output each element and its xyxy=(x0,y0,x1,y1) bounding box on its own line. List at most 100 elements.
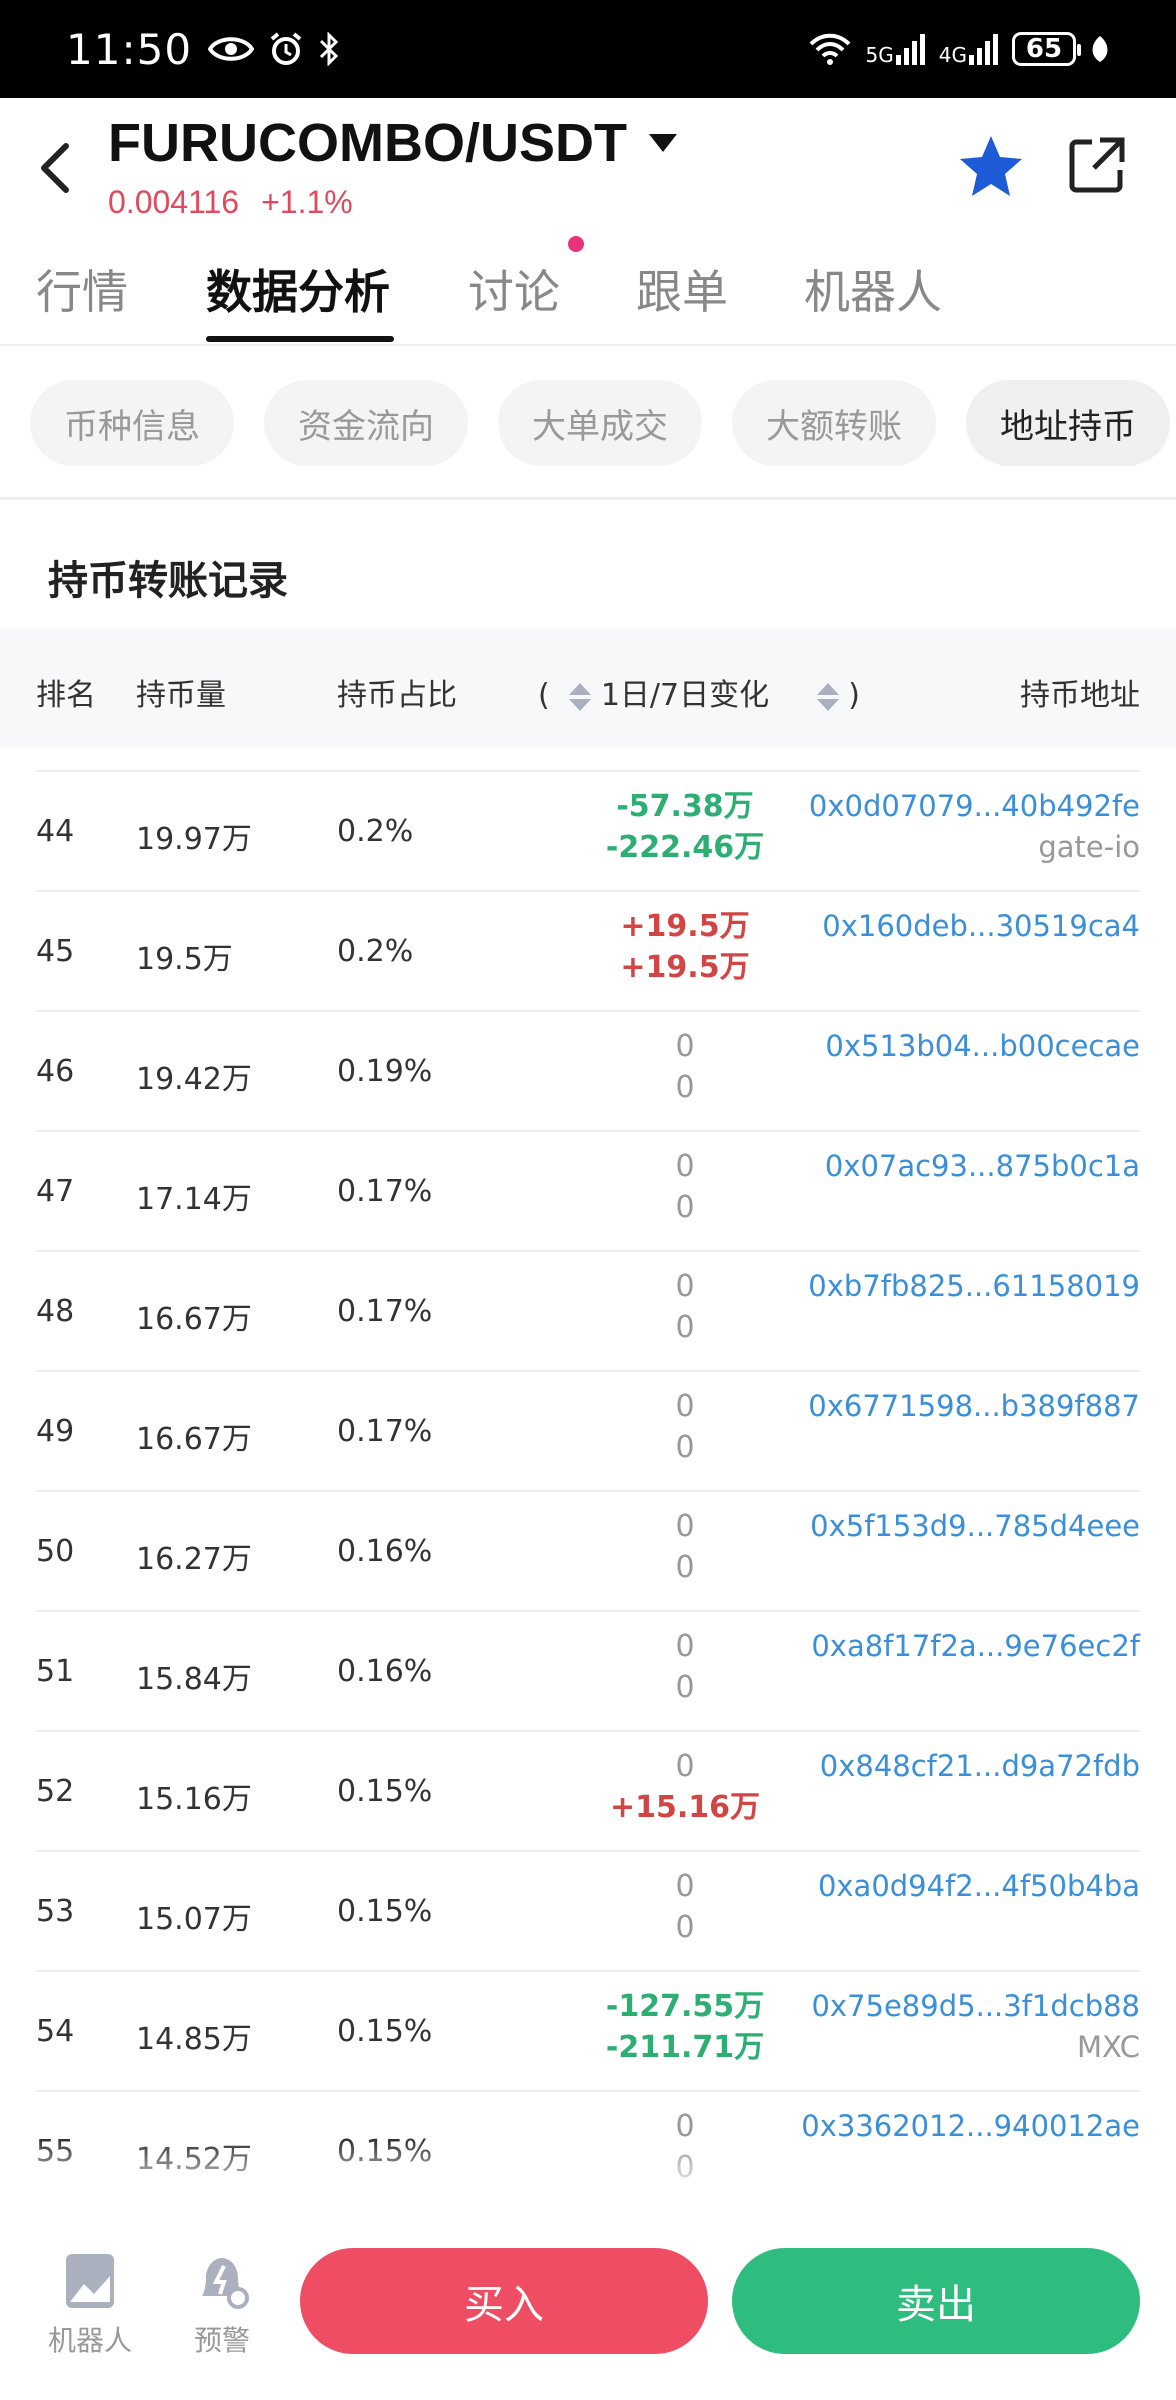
holder-address-link[interactable]: 0xb7fb825...61158019 xyxy=(808,1266,1140,1307)
tab-market[interactable]: 行情 xyxy=(36,256,128,322)
favorite-star-icon[interactable] xyxy=(956,132,1026,202)
table-row[interactable]: 48 16.67万 0.17% 0 0 0xb7fb825...61158019 xyxy=(0,1250,1176,1370)
change-1d: 0 xyxy=(675,1389,695,1424)
table-row[interactable]: 47 17.14万 0.17% 0 0 0x07ac93...875b0c1a xyxy=(0,1130,1176,1250)
price-row: 0.004116 +1.1% xyxy=(108,184,353,221)
col-percent: 持币占比 xyxy=(337,678,457,713)
pair-name: FURUCOMBO/USDT xyxy=(108,113,627,173)
rank-cell: 51 xyxy=(36,1654,75,1689)
change-cell: 00 xyxy=(560,1026,810,1108)
wifi-icon xyxy=(809,33,850,65)
table-row[interactable]: 46 19.42万 0.19% 0 0 0x513b04...b00cecae xyxy=(0,1010,1176,1130)
holder-address-link[interactable]: 0xa0d94f2...4f50b4ba xyxy=(818,1866,1140,1907)
change-7d: +15.16万 xyxy=(609,1790,761,1825)
row-divider xyxy=(36,1850,1140,1852)
percent-cell: 0.2% xyxy=(337,934,414,969)
amount-cell: 15.16万 xyxy=(136,1782,252,1817)
amount-cell: 17.14万 xyxy=(136,1182,252,1217)
active-tab-indicator xyxy=(206,336,394,342)
row-divider xyxy=(36,890,1140,892)
address-cell: 0x6771598...b389f887 xyxy=(808,1386,1140,1427)
tab-robot[interactable]: 机器人 xyxy=(804,256,942,322)
holder-address-link[interactable]: 0x5f153d9...785d4eee xyxy=(810,1506,1140,1547)
change-1d: -57.38万 xyxy=(616,789,754,824)
change-1d: 0 xyxy=(675,1749,695,1784)
chip-fund-flow[interactable]: 资金流向 xyxy=(264,380,468,466)
change-7d: -222.46万 xyxy=(605,830,765,865)
exchange-tag: gate-io xyxy=(1038,830,1140,864)
table-row[interactable]: 52 15.16万 0.15% 0 +15.16万 0x848cf21...d9a72fd… xyxy=(0,1730,1176,1850)
change-cell: 00 xyxy=(560,1866,810,1948)
change-1d: 0 xyxy=(675,1149,695,1184)
amount-cell: 19.5万 xyxy=(136,942,233,977)
bottom-bar: 机器人 预警 买入 卖出 xyxy=(0,2200,1176,2400)
chip-coin-info[interactable]: 币种信息 xyxy=(30,380,234,466)
back-arrow-icon[interactable] xyxy=(30,138,80,198)
row-divider xyxy=(36,1610,1140,1612)
section-title: 持币转账记录 xyxy=(48,558,288,604)
change-1d: -127.55万 xyxy=(605,1989,765,2024)
tab-copy-trade[interactable]: 跟单 xyxy=(636,256,728,322)
col-rank: 排名 xyxy=(36,678,96,713)
holder-address-link[interactable]: 0x6771598...b389f887 xyxy=(808,1386,1140,1427)
table-row[interactable]: 44 19.97万 0.2% -57.38万 -222.46万 0x0d07079...4… xyxy=(0,770,1176,890)
buy-button[interactable]: 买入 xyxy=(300,2248,708,2354)
percent-cell: 0.15% xyxy=(337,2014,433,2049)
address-cell: 0x5f153d9...785d4eee xyxy=(810,1506,1140,1547)
main-tabs: 行情 数据分析 讨论 跟单 机器人 xyxy=(0,238,1176,346)
change-cell: 0 +15.16万 xyxy=(560,1746,810,1828)
alert-entry[interactable]: 预警 xyxy=(172,2252,272,2359)
amount-cell: 16.67万 xyxy=(136,1302,252,1337)
caret-down-icon xyxy=(648,134,677,152)
bluetooth-icon xyxy=(319,32,339,66)
notification-dot xyxy=(568,236,584,252)
amount-cell: 19.97万 xyxy=(136,822,252,857)
change-cell: 00 xyxy=(560,1626,810,1708)
share-icon[interactable] xyxy=(1066,134,1128,196)
table-row[interactable]: 51 15.84万 0.16% 0 0 0xa8f17f2a...9e76ec2f xyxy=(0,1610,1176,1730)
col-amount: 持币量 xyxy=(136,678,226,713)
chip-large-trades[interactable]: 大单成交 xyxy=(498,380,702,466)
change-cell: -127.55万 -211.71万 xyxy=(560,1986,810,2068)
holder-address-link[interactable]: 0x513b04...b00cecae xyxy=(825,1026,1140,1067)
holder-address-link[interactable]: 0x07ac93...875b0c1a xyxy=(825,1146,1140,1187)
tab-discussion[interactable]: 讨论 xyxy=(468,256,560,322)
col-address: 持币地址 xyxy=(1020,678,1140,713)
table-row[interactable]: 53 15.07万 0.15% 0 0 0xa0d94f2...4f50b4ba xyxy=(0,1850,1176,1970)
percent-cell: 0.16% xyxy=(337,1654,433,1689)
row-divider xyxy=(36,1970,1140,1972)
table-row[interactable]: 50 16.27万 0.16% 0 0 0x5f153d9...785d4eee xyxy=(0,1490,1176,1610)
robot-entry[interactable]: 机器人 xyxy=(40,2252,140,2359)
table-row[interactable]: 45 19.5万 0.2% +19.5万 +19.5万 0x160deb...30519c… xyxy=(0,890,1176,1010)
holder-address-link[interactable]: 0xa8f17f2a...9e76ec2f xyxy=(811,1626,1140,1667)
change-cell: -57.38万 -222.46万 xyxy=(560,786,810,868)
percent-cell: 0.17% xyxy=(337,1294,433,1329)
row-divider xyxy=(36,1490,1140,1492)
chip-large-transfers[interactable]: 大额转账 xyxy=(732,380,936,466)
change-1d: 0 xyxy=(675,1869,695,1904)
sort-1d-icon[interactable] xyxy=(569,682,592,712)
chip-address-holdings[interactable]: 地址持币 xyxy=(966,380,1170,466)
row-divider xyxy=(36,2090,1140,2092)
eye-icon xyxy=(208,37,255,61)
change-7d: 0 xyxy=(675,1550,695,1585)
holder-address-link[interactable]: 0x0d07079...40b492fe xyxy=(809,786,1140,827)
current-price: 0.004116 xyxy=(108,184,240,220)
address-cell: 0x160deb...30519ca4 xyxy=(822,906,1140,947)
tab-data-analysis[interactable]: 数据分析 xyxy=(206,256,390,322)
amount-cell: 16.67万 xyxy=(136,1422,252,1457)
change-7d: +19.5万 xyxy=(620,950,750,985)
pair-selector[interactable]: FURUCOMBO/USDT xyxy=(108,112,677,174)
table-row[interactable]: 54 14.85万 0.15% -127.55万 -211.71万 0x75e89d5..… xyxy=(0,1970,1176,2090)
change-cell: 00 xyxy=(560,1506,810,1588)
holder-address-link[interactable]: 0x160deb...30519ca4 xyxy=(822,906,1140,947)
row-divider xyxy=(36,1250,1140,1252)
holder-address-link[interactable]: 0x75e89d5...3f1dcb88 xyxy=(811,1986,1140,2027)
sort-7d-icon[interactable] xyxy=(816,682,839,712)
percent-cell: 0.15% xyxy=(337,1894,433,1929)
sell-button[interactable]: 卖出 xyxy=(732,2248,1140,2354)
signal-5g-icon: 5G xyxy=(866,33,925,65)
table-row[interactable]: 49 16.67万 0.17% 0 0 0x6771598...b389f887 xyxy=(0,1370,1176,1490)
holder-address-link[interactable]: 0x848cf21...d9a72fdb xyxy=(820,1746,1140,1787)
col-change[interactable]: ( 1日/7日变化 ) xyxy=(538,670,860,714)
